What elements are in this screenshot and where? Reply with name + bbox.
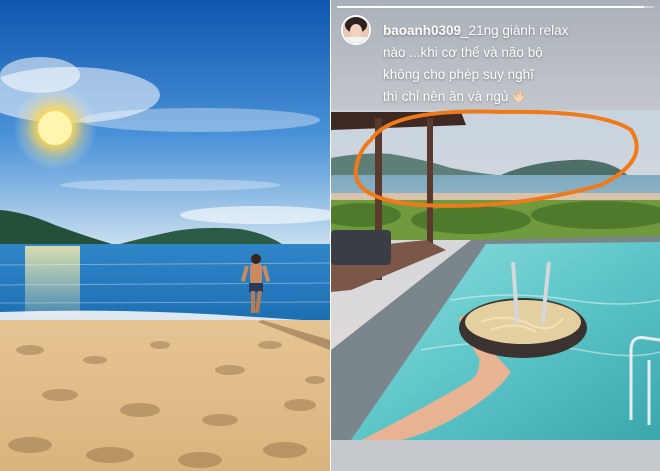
caption-line-4: thì chỉ nên ăn và ngủ	[383, 89, 509, 104]
story-progress-bar	[337, 6, 654, 8]
story-photo	[331, 110, 660, 440]
sun-reflection	[25, 246, 80, 318]
story-screenshot: baoanh0309_21ng giành relax nào ...khi c…	[331, 0, 660, 471]
caption-line-2: nào ...khi cơ thể và não bộ	[383, 45, 543, 60]
clapping-hands-icon	[512, 89, 525, 103]
caption-line-3: không cho phép suy nghĩ	[383, 67, 534, 82]
story-username[interactable]: baoanh0309	[383, 23, 461, 38]
story-progress-fill	[337, 6, 645, 8]
story-bottom-background	[331, 440, 660, 471]
story-caption: baoanh0309_21ng giành relax nào ...khi c…	[383, 20, 655, 108]
caption-line-1: _21ng giành relax	[461, 23, 569, 38]
beach-photo	[0, 0, 330, 471]
avatar[interactable]	[341, 15, 371, 45]
sun-core	[38, 111, 72, 145]
